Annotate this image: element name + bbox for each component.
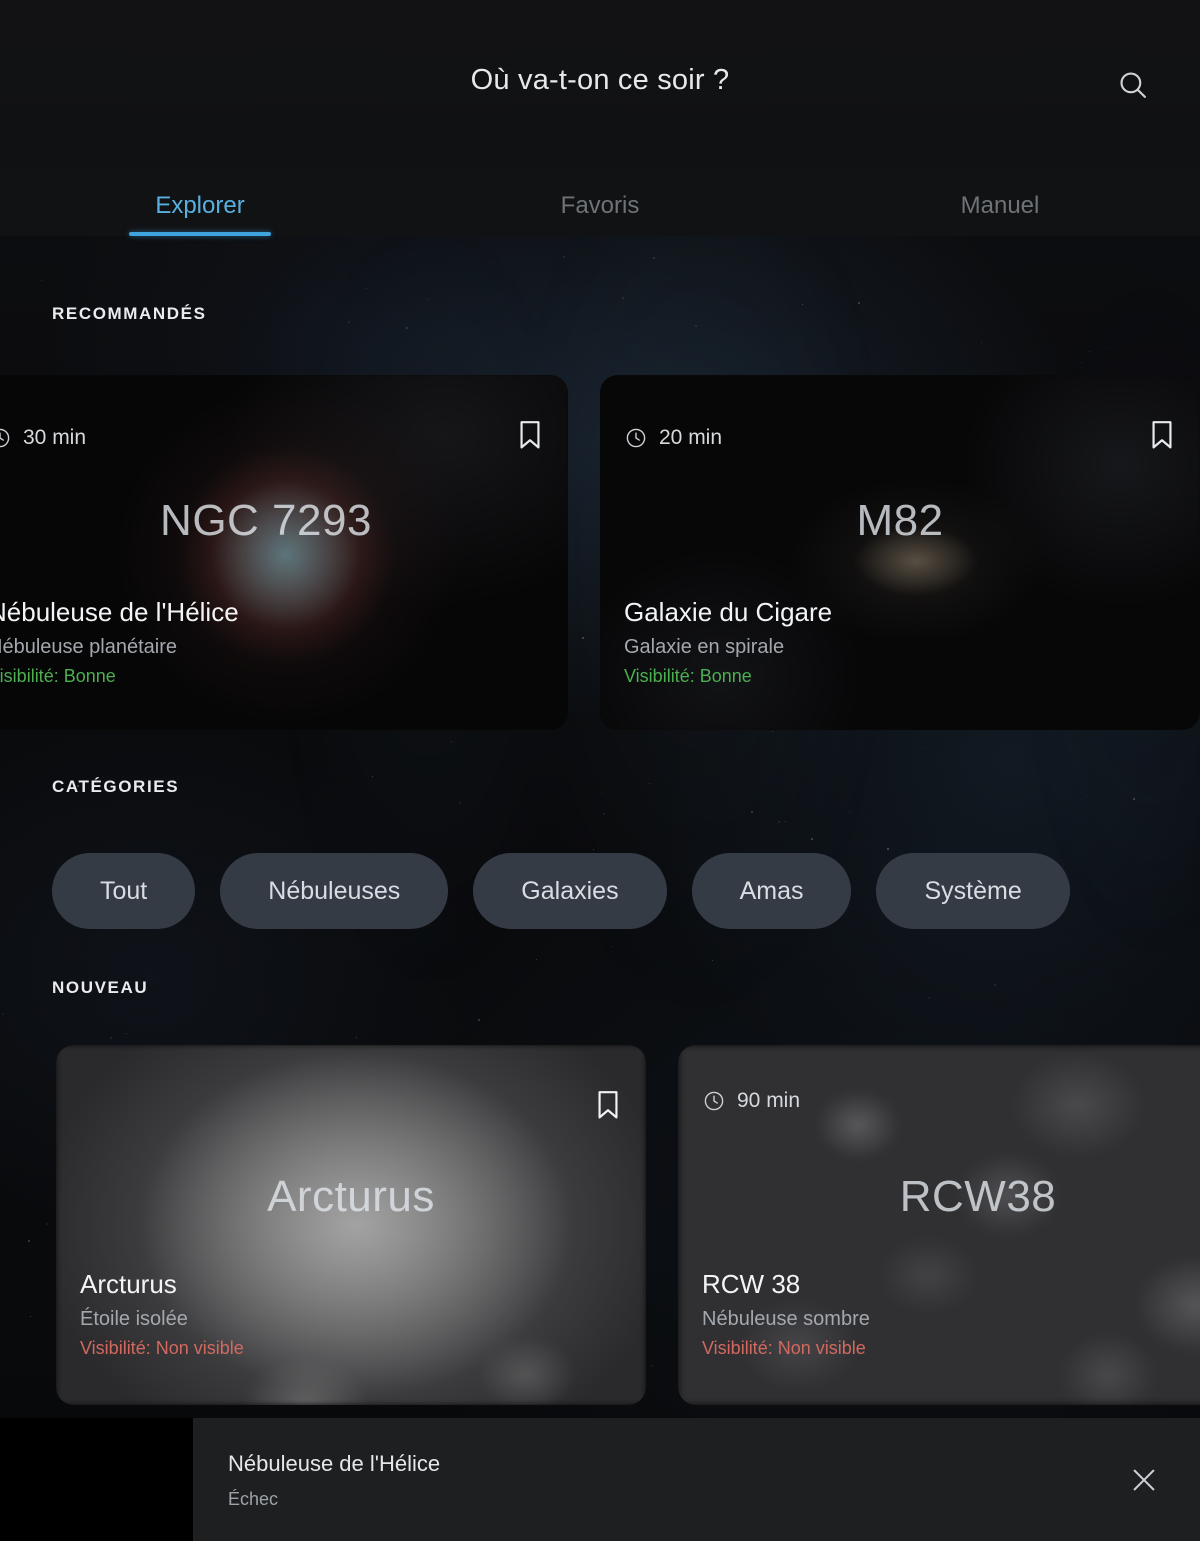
top-bar: Où va-t-on ce soir ? xyxy=(0,0,1200,170)
category-pill-amas[interactable]: Amas xyxy=(691,853,852,929)
object-card-ngc-7293[interactable]: 30 min NGC 7293 Nébuleuse de l'Hélice Né… xyxy=(0,375,568,730)
bottom-bar-status: Échec xyxy=(228,1489,279,1509)
section-label-categories: CATÉGORIES xyxy=(52,777,180,796)
bookmark-button-ngc-7293[interactable] xyxy=(516,419,544,456)
category-pill-systeme[interactable]: Système xyxy=(876,853,1070,929)
card-artwork-arcturus xyxy=(56,1045,646,1405)
object-card-m82[interactable]: 20 min M82 Galaxie du Cigare Galaxie en … xyxy=(600,375,1200,730)
bottom-bar-close-button[interactable] xyxy=(1118,1454,1170,1506)
object-card-arcturus[interactable]: Arcturus Arcturus Étoile isolée Visibili… xyxy=(56,1045,646,1405)
bottom-status-bar: Nébuleuse de l'Hélice Échec xyxy=(0,1418,1200,1541)
card-artwork-ngc-7293 xyxy=(0,375,568,730)
bottom-bar-thumbnail xyxy=(0,1418,193,1541)
section-label-new: NOUVEAU xyxy=(52,978,149,997)
tab-explorer[interactable]: Explorer xyxy=(0,170,400,236)
tab-favoris[interactable]: Favoris xyxy=(400,170,800,236)
tab-favoris-label: Favoris xyxy=(560,192,640,219)
tab-manuel[interactable]: Manuel xyxy=(800,170,1200,236)
bookmark-icon xyxy=(520,421,540,449)
tab-manuel-label: Manuel xyxy=(960,192,1040,219)
bookmark-icon xyxy=(598,1091,618,1119)
card-artwork-m82 xyxy=(600,375,1200,730)
category-pill-galaxies[interactable]: Galaxies xyxy=(473,853,667,929)
tab-active-indicator xyxy=(129,232,271,236)
category-pill-tout[interactable]: Tout xyxy=(52,853,196,929)
section-label-recommended: RECOMMANDÉS xyxy=(52,304,207,323)
card-artwork-rcw-38 xyxy=(678,1045,1200,1405)
page-title: Où va-t-on ce soir ? xyxy=(470,64,730,96)
category-pill-nebuleuses[interactable]: Nébuleuses xyxy=(220,853,449,929)
tab-bar: Explorer Favoris Manuel xyxy=(0,170,1200,236)
bookmark-icon xyxy=(1152,421,1172,449)
bookmark-button-arcturus[interactable] xyxy=(594,1089,622,1126)
bottom-bar-text: Nébuleuse de l'Hélice Échec xyxy=(228,1451,440,1510)
close-icon xyxy=(1133,1469,1155,1490)
bookmark-button-m82[interactable] xyxy=(1148,419,1176,456)
search-button[interactable] xyxy=(1108,60,1158,110)
content-scroll-area[interactable]: RECOMMANDÉS 30 min NGC 7293 Nébuleuse de… xyxy=(0,236,1200,1541)
bottom-bar-title: Nébuleuse de l'Hélice xyxy=(228,1451,441,1476)
search-icon xyxy=(1120,72,1146,98)
object-card-rcw-38[interactable]: 90 min RCW38 RCW 38 Nébuleuse sombre Vis… xyxy=(678,1045,1200,1405)
category-pill-list[interactable]: Tout Nébuleuses Galaxies Amas Système xyxy=(52,853,1070,929)
app-root: Où va-t-on ce soir ? Explorer Favoris Ma… xyxy=(0,0,1200,1541)
tab-explorer-label: Explorer xyxy=(155,192,245,219)
